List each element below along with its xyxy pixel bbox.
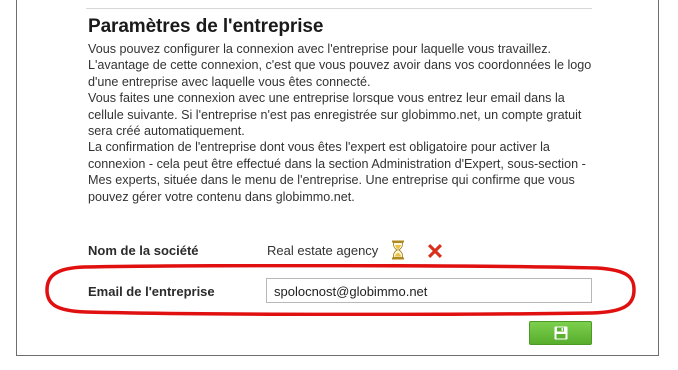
description-paragraph-2: Vous faites une connexion avec une entre… (88, 91, 582, 139)
floppy-disk-icon (554, 326, 568, 340)
description-paragraph-3: La confirmation de l'entreprise dont vou… (88, 140, 586, 204)
section-description: Vous pouvez configurer la connexion avec… (88, 41, 598, 205)
section-divider (86, 8, 592, 9)
company-email-label: Email de l'entreprise (88, 284, 215, 299)
company-name-label: Nom de la société (88, 243, 199, 258)
close-x-icon[interactable] (425, 241, 445, 261)
section-title: Paramètres de l'entreprise (88, 16, 324, 37)
company-name-value: Real estate agency (267, 243, 379, 258)
hourglass-icon (392, 240, 404, 260)
company-email-input[interactable] (266, 278, 592, 303)
description-paragraph-1: Vous pouvez configurer la connexion avec… (88, 42, 592, 89)
save-button[interactable] (529, 321, 592, 345)
